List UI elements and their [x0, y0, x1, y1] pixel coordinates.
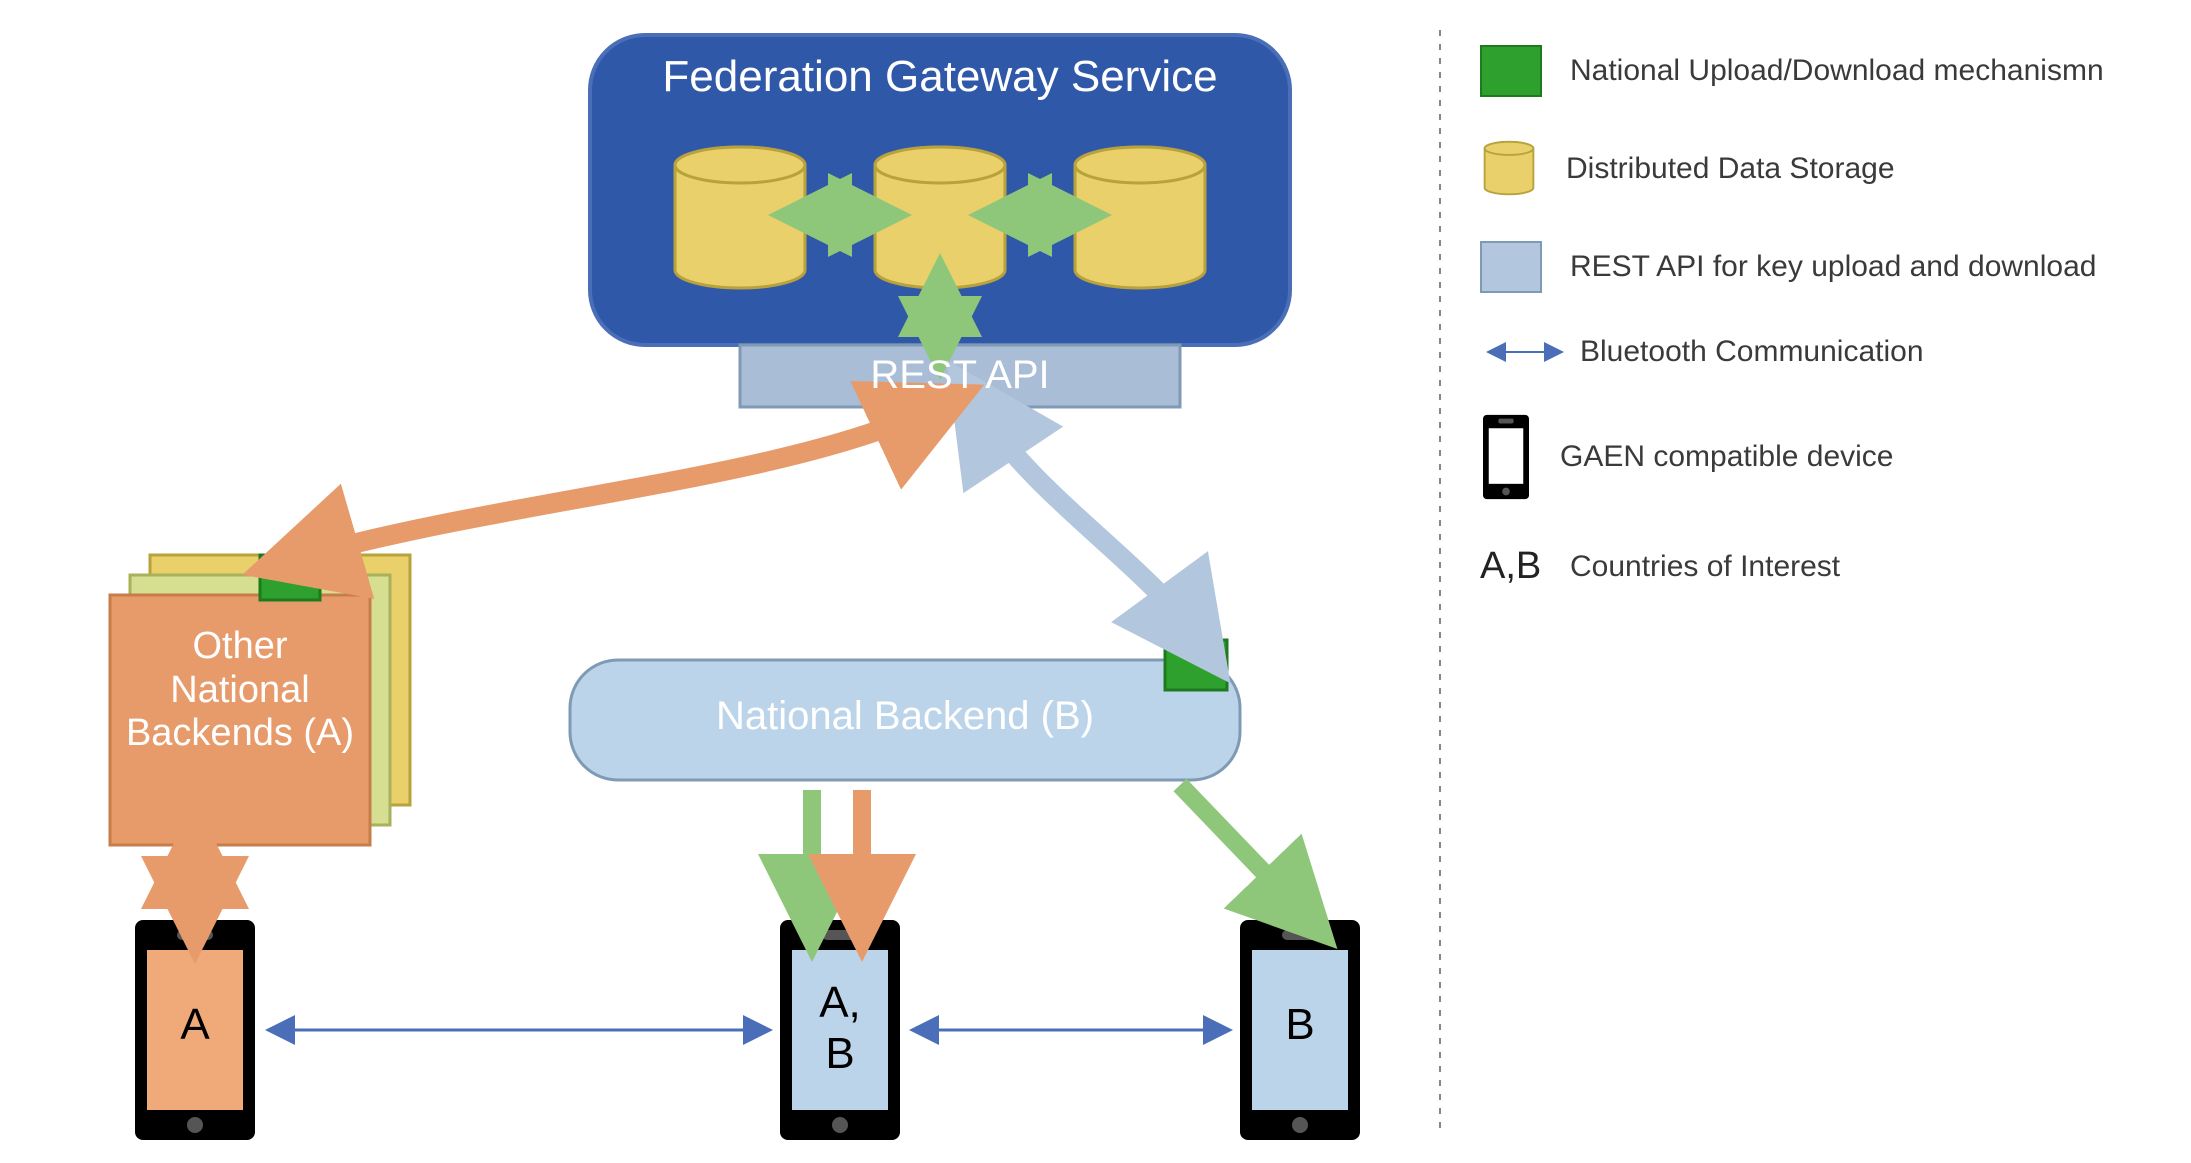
database-icon [675, 147, 805, 288]
legend: National Upload/Download mechanismn Dist… [1480, 45, 2160, 630]
other-national-backends-label: Other National Backends (A) [110, 625, 370, 756]
natb-to-phone-b-arrow [1180, 785, 1300, 910]
phone-icon [1480, 411, 1532, 503]
legend-row-device: GAEN compatible device [1480, 411, 2160, 503]
restapi-to-other-arrow [300, 410, 930, 558]
legend-text: GAEN compatible device [1560, 440, 1894, 474]
legend-row-countries: A,B Countries of Interest [1480, 545, 2160, 588]
legend-text: Bluetooth Communication [1580, 335, 1924, 369]
legend-ab-key: A,B [1480, 545, 1560, 588]
database-icon [875, 147, 1005, 288]
legend-row-upload: National Upload/Download mechanismn [1480, 45, 2160, 97]
phone-ab-label: A, B [792, 978, 888, 1079]
database-icon [1480, 139, 1538, 199]
green-swatch-icon [1480, 45, 1542, 97]
legend-row-restapi: REST API for key upload and download [1480, 241, 2160, 293]
restapi-to-natb-arrow [980, 410, 1195, 635]
diagram-stage: Federation Gateway Service REST API Othe… [0, 0, 2191, 1163]
blue-swatch-icon [1480, 241, 1542, 293]
legend-text: Countries of Interest [1570, 550, 1840, 584]
phone-b-label: B [1252, 1000, 1348, 1051]
legend-text: Distributed Data Storage [1566, 152, 1895, 186]
upload-download-box [1165, 640, 1227, 690]
phone-a-label: A [147, 1000, 243, 1051]
database-icon [1075, 147, 1205, 288]
legend-text: National Upload/Download mechanismn [1570, 54, 2104, 88]
national-backend-b-label: National Backend (B) [570, 693, 1240, 739]
rest-api-label: REST API [740, 352, 1180, 398]
legend-text: REST API for key upload and download [1570, 250, 2096, 284]
bluetooth-arrow-icon [1480, 340, 1570, 364]
legend-row-bluetooth: Bluetooth Communication [1480, 335, 2160, 369]
federation-gateway-title: Federation Gateway Service [590, 52, 1290, 103]
legend-row-storage: Distributed Data Storage [1480, 139, 2160, 199]
